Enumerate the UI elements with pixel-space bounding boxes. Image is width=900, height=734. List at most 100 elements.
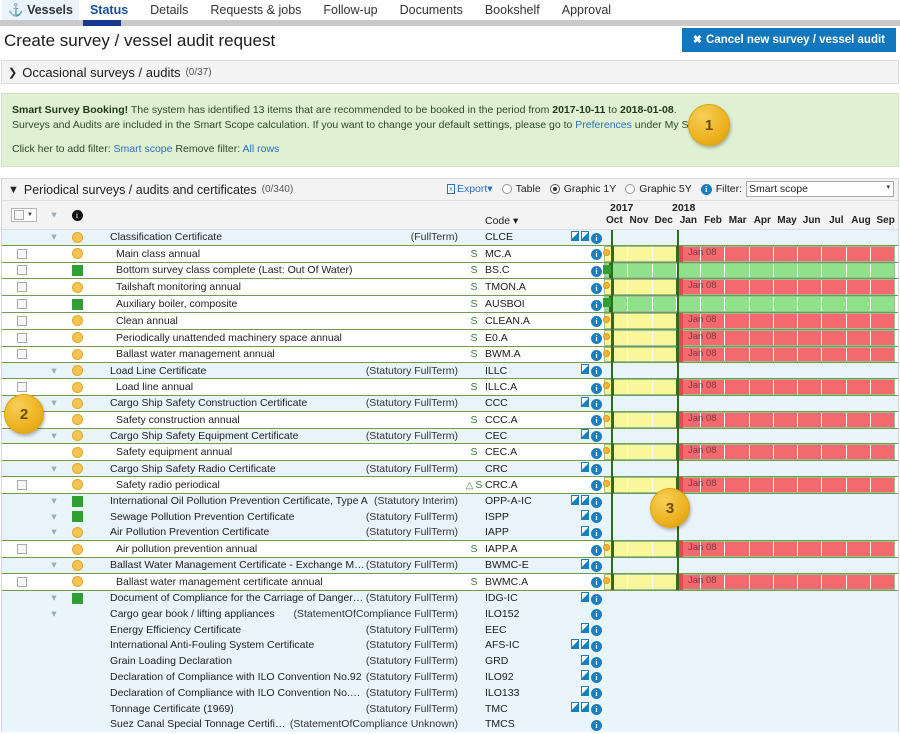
all-rows-filter-link[interactable]: All rows xyxy=(243,143,280,155)
certificate-name-cell[interactable]: (Statutory FullTerm) International Anti-F… xyxy=(88,637,463,654)
table-row[interactable]: Periodically unattended machinery space … xyxy=(2,328,898,347)
row-checkbox[interactable] xyxy=(17,382,27,393)
table-row[interactable]: Ballast water management annual S BWM.A i Ja… xyxy=(2,345,898,364)
row-expand-toggle[interactable]: ▾ xyxy=(42,493,66,510)
certificate-name-cell[interactable]: (Statutory FullTerm) Cargo Ship Safety Eq… xyxy=(88,428,463,444)
row-checkbox[interactable] xyxy=(17,315,27,326)
table-row[interactable]: ▾ (FullTerm) Classification Certificate CLC… xyxy=(2,229,898,246)
occasional-surveys-section-header[interactable]: ❯ Occasional surveys / audits (0/37) xyxy=(1,60,899,84)
table-row[interactable]: ▾ (StatementOfCompliance FullTerm) Cargo g… xyxy=(2,605,898,622)
certificate-name-cell[interactable]: Periodically unattended machinery space … xyxy=(88,328,463,347)
expand-all-toggle[interactable]: ▾ xyxy=(42,201,66,230)
info-icon[interactable]: i xyxy=(591,625,602,637)
document-icon[interactable] xyxy=(581,510,589,521)
info-icon[interactable]: i xyxy=(591,299,602,311)
document-icon[interactable] xyxy=(571,638,579,649)
table-row[interactable]: Auxiliary boiler, composite S AUSBOI i xyxy=(2,295,898,313)
row-expand-toggle[interactable]: ▾ xyxy=(42,605,66,622)
nav-item-details[interactable]: Details xyxy=(139,0,199,22)
row-expand-toggle[interactable]: ▾ xyxy=(42,362,66,379)
info-icon[interactable]: i xyxy=(591,265,602,277)
document-icon[interactable] xyxy=(581,702,589,712)
document-icon[interactable] xyxy=(571,230,579,241)
nav-item-follow-up[interactable]: Follow-up xyxy=(312,0,388,22)
info-icon[interactable]: i xyxy=(591,656,602,668)
row-expand-toggle[interactable]: ▾ xyxy=(42,428,66,444)
info-icon[interactable]: i xyxy=(591,544,602,556)
document-icon[interactable] xyxy=(571,494,579,505)
timeline-cell[interactable]: Jan 08 xyxy=(602,411,898,428)
certificate-name-cell[interactable]: Clean annual xyxy=(88,311,463,330)
radio-table[interactable] xyxy=(501,184,512,194)
document-icon[interactable] xyxy=(581,654,589,665)
info-icon[interactable]: i xyxy=(591,577,602,589)
document-icon[interactable] xyxy=(581,494,589,505)
table-row[interactable]: ▾ (Statutory FullTerm) Air Pollution Preve… xyxy=(2,524,898,541)
table-row[interactable]: Tailshaft monitoring annual S TMON.A i Jan 0… xyxy=(2,278,898,297)
row-checkbox[interactable] xyxy=(17,332,27,343)
timeline-cell[interactable]: Jan 08 xyxy=(602,379,898,395)
nav-item-requests-jobs[interactable]: Requests & jobs xyxy=(199,0,312,22)
nav-item-documents[interactable]: Documents xyxy=(389,0,474,22)
table-row[interactable]: (Statutory FullTerm) Tonnage Certificate … xyxy=(2,700,898,717)
timeline-cell[interactable]: Jan 08 xyxy=(602,573,898,590)
table-row[interactable]: ▾ (Statutory FullTerm) Ballast Water Manag… xyxy=(2,557,898,574)
row-checkbox[interactable] xyxy=(17,248,27,259)
info-icon[interactable]: i xyxy=(591,382,602,394)
row-expand-toggle[interactable]: ▾ xyxy=(42,509,66,525)
info-icon[interactable]: i xyxy=(591,480,602,492)
timeline-cell[interactable] xyxy=(602,296,898,312)
table-row[interactable]: Ballast water management certificate ann… xyxy=(2,572,898,591)
info-icon[interactable]: i xyxy=(591,672,602,684)
radio-graphic-1y[interactable] xyxy=(549,184,560,194)
certificate-name-cell[interactable]: (Statutory FullTerm) Sewage Pollution Pre… xyxy=(88,509,463,525)
info-icon[interactable]: i xyxy=(591,704,602,715)
timeline-cell[interactable]: Jan 08 xyxy=(602,476,898,493)
document-icon[interactable] xyxy=(581,670,589,681)
certificate-name-cell[interactable]: Safety equipment annual xyxy=(88,443,463,462)
document-icon[interactable] xyxy=(581,623,589,634)
table-row[interactable]: (Statutory FullTerm) Declaration of Compl… xyxy=(2,684,898,701)
timeline-cell[interactable]: Jan 08 xyxy=(602,541,898,557)
table-row[interactable]: (StatementOfCompliance Unknown) Suez Cana… xyxy=(2,716,898,733)
table-row[interactable]: ▾ (Statutory FullTerm) Cargo Ship Safety E… xyxy=(2,428,898,444)
document-icon[interactable] xyxy=(581,525,589,536)
info-icon[interactable]: i xyxy=(591,527,602,539)
certificate-name-cell[interactable]: Main class annual xyxy=(88,244,463,263)
view-option-table[interactable]: Table xyxy=(501,183,541,195)
table-row[interactable]: Safety construction annual S CCC.A i Jan 08 xyxy=(2,410,898,429)
document-icon[interactable] xyxy=(581,364,589,375)
info-icon[interactable]: i xyxy=(591,249,602,261)
info-icon[interactable]: i xyxy=(591,593,602,605)
row-expand-toggle[interactable]: ▾ xyxy=(42,229,66,246)
info-icon[interactable]: i xyxy=(591,447,602,459)
document-icon[interactable] xyxy=(571,702,579,712)
row-expand-toggle[interactable]: ▾ xyxy=(42,524,66,541)
table-row[interactable]: (Statutory FullTerm) Grain Loading Declar… xyxy=(2,653,898,670)
view-option-graphic-1y[interactable]: Graphic 1Y xyxy=(549,183,616,195)
table-row[interactable]: Safety equipment annual S CEC.A i Jan 08 xyxy=(2,443,898,462)
table-row[interactable]: (Statutory FullTerm) International Anti-F… xyxy=(2,637,898,654)
cancel-new-survey-button[interactable]: ✖ Cancel new survey / vessel audit xyxy=(681,28,896,52)
certificate-name-cell[interactable]: Tailshaft monitoring annual xyxy=(88,278,463,297)
certificate-name-cell[interactable]: (StatementOfCompliance FullTerm) Cargo ge… xyxy=(88,605,463,622)
info-icon[interactable]: i xyxy=(591,496,602,508)
table-row[interactable]: Bottom survey class complete (Last: Out … xyxy=(2,261,898,280)
nav-item-bookshelf[interactable]: Bookshelf xyxy=(474,0,551,22)
info-icon[interactable]: i xyxy=(591,398,602,410)
export-button[interactable]: x Export ▾ xyxy=(446,183,493,195)
info-icon[interactable]: i xyxy=(71,209,83,221)
code-column-header[interactable]: Code ▾ xyxy=(485,201,550,230)
row-checkbox[interactable] xyxy=(17,544,27,555)
document-icon[interactable] xyxy=(581,462,589,473)
table-row[interactable]: Air pollution prevention annual S IAPP.A i J… xyxy=(2,540,898,558)
info-icon[interactable]: i xyxy=(591,349,602,361)
timeline-cell[interactable]: Jan 08 xyxy=(602,346,898,363)
row-checkbox[interactable] xyxy=(17,479,27,490)
certificate-name-cell[interactable]: Ballast water management certificate ann… xyxy=(88,572,463,591)
document-icon[interactable] xyxy=(581,638,589,649)
row-expand-toggle[interactable]: ▾ xyxy=(42,460,66,477)
row-expand-toggle[interactable]: ▾ xyxy=(42,590,66,606)
certificate-name-cell[interactable]: (Statutory FullTerm) Energy Efficiency Ce… xyxy=(88,621,463,638)
timeline-cell[interactable]: Jan 08 xyxy=(602,312,898,329)
